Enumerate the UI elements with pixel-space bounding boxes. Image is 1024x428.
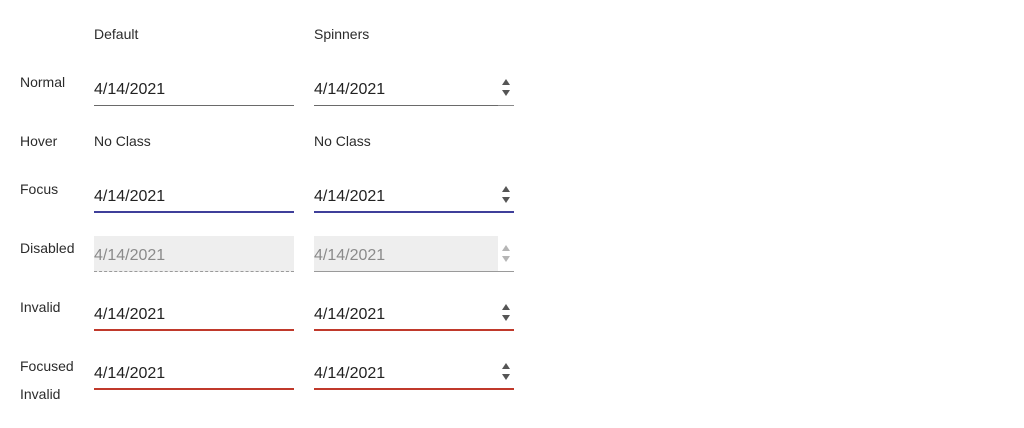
- underline-tail: [498, 105, 514, 106]
- date-value: 4/14/2021: [94, 81, 166, 98]
- date-input-focused-invalid-default[interactable]: 4/14/2021: [94, 354, 294, 390]
- date-value: 4/14/2021: [94, 306, 166, 323]
- triangle-down-icon: [502, 256, 510, 262]
- triangle-down-icon[interactable]: [502, 315, 510, 321]
- triangle-down-icon[interactable]: [502, 197, 510, 203]
- date-value: 4/14/2021: [94, 247, 166, 264]
- triangle-up-icon[interactable]: [502, 186, 510, 192]
- date-input-normal-default[interactable]: 4/14/2021: [94, 70, 294, 106]
- spinner[interactable]: [498, 361, 514, 383]
- triangle-up-icon: [502, 245, 510, 251]
- date-input-focused-invalid-spinners[interactable]: 4/14/2021: [314, 354, 514, 390]
- date-value: 4/14/2021: [314, 188, 386, 205]
- row-label-focus: Focus: [20, 181, 59, 197]
- row-label-disabled: Disabled: [20, 240, 75, 256]
- date-input-normal-spinners[interactable]: 4/14/2021: [314, 70, 514, 106]
- row-label-focused-invalid-line1: Focused: [20, 358, 74, 374]
- underline: [314, 105, 514, 106]
- underline: [94, 329, 294, 331]
- underline: [314, 271, 514, 272]
- spinner[interactable]: [498, 77, 514, 99]
- date-value: 4/14/2021: [314, 247, 386, 264]
- date-value: 4/14/2021: [314, 365, 386, 382]
- triangle-up-icon[interactable]: [502, 363, 510, 369]
- row-label-hover: Hover: [20, 133, 58, 149]
- date-value: 4/14/2021: [314, 81, 386, 98]
- underline: [314, 388, 514, 390]
- underline-tail: [498, 330, 514, 331]
- triangle-down-icon[interactable]: [502, 374, 510, 380]
- date-input-disabled-spinners: 4/14/2021: [314, 236, 514, 272]
- date-input-focus-default[interactable]: 4/14/2021: [94, 177, 294, 213]
- date-input-disabled-default: 4/14/2021: [94, 236, 294, 272]
- spinner[interactable]: [498, 184, 514, 206]
- underline: [314, 211, 514, 213]
- row-label-invalid: Invalid: [20, 299, 61, 315]
- spinner[interactable]: [498, 302, 514, 324]
- spinner: [498, 243, 514, 265]
- underline: [314, 329, 514, 331]
- date-input-invalid-default[interactable]: 4/14/2021: [94, 295, 294, 331]
- hover-default-text: No Class: [94, 133, 151, 149]
- hover-spinners-text: No Class: [314, 133, 371, 149]
- date-value: 4/14/2021: [94, 365, 166, 382]
- underline-tail: [498, 212, 514, 213]
- underline: [94, 388, 294, 390]
- triangle-up-icon[interactable]: [502, 79, 510, 85]
- date-value: 4/14/2021: [94, 188, 166, 205]
- column-header-default: Default: [94, 26, 139, 42]
- underline: [94, 271, 294, 272]
- date-input-invalid-spinners[interactable]: 4/14/2021: [314, 295, 514, 331]
- row-label-normal: Normal: [20, 74, 66, 90]
- underline: [94, 211, 294, 213]
- date-input-focus-spinners[interactable]: 4/14/2021: [314, 177, 514, 213]
- date-value: 4/14/2021: [314, 306, 386, 323]
- column-header-spinners: Spinners: [314, 26, 370, 42]
- row-label-focused-invalid-line2: Invalid: [20, 386, 61, 402]
- triangle-down-icon[interactable]: [502, 90, 510, 96]
- underline: [94, 105, 294, 106]
- triangle-up-icon[interactable]: [502, 304, 510, 310]
- underline-tail: [498, 389, 514, 390]
